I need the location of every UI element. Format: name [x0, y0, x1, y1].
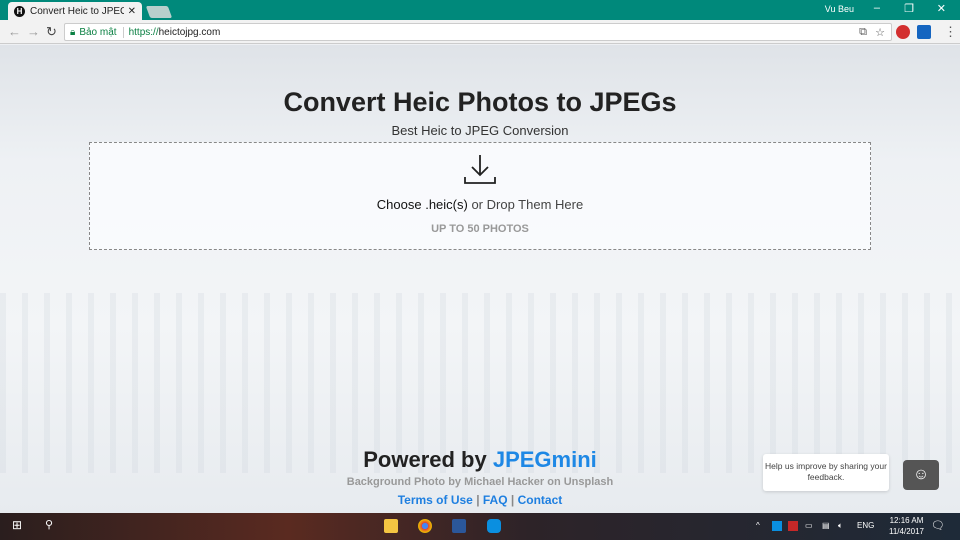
jpegmini-link[interactable]: JPEGmini — [493, 447, 597, 472]
page-title: Convert Heic Photos to JPEGs — [283, 87, 677, 117]
volume-icon[interactable]: 🔈︎ — [838, 521, 843, 531]
translate-icon[interactable]: ⧉ — [859, 26, 867, 39]
minimize-icon[interactable]: – — [874, 2, 880, 14]
contact-link[interactable]: Contact — [518, 493, 563, 507]
lock-icon: 🔒︎ — [70, 26, 76, 38]
download-icon — [464, 155, 496, 184]
language-indicator[interactable]: ENG — [857, 521, 874, 530]
faq-link[interactable]: FAQ — [483, 493, 508, 507]
menu-icon[interactable]: ⋮ — [944, 24, 957, 40]
url-protocol: https:// — [128, 26, 159, 38]
windows-start-icon[interactable]: ⊞ — [12, 518, 22, 532]
separator: | — [472, 493, 483, 507]
zalo-tray-icon[interactable] — [772, 521, 782, 531]
browser-tab[interactable]: H Convert Heic to JPEG for ✕ — [8, 2, 142, 20]
page-subtitle: Best Heic to JPEG Conversion — [391, 123, 569, 138]
zalo-icon[interactable] — [487, 519, 501, 533]
reload-icon[interactable]: ↻ — [46, 24, 57, 40]
choose-files-text[interactable]: Choose .heic(s) or Drop Them Here — [90, 197, 870, 212]
favicon-icon: H — [14, 5, 25, 17]
news-extension-icon[interactable] — [917, 25, 931, 39]
search-icon[interactable]: ⚲ — [45, 518, 53, 531]
address-bar[interactable]: 🔒︎ Bảo mật https:// heictojpg.com ☆ ⧉ — [64, 23, 892, 41]
tab-title: Convert Heic to JPEG for — [30, 5, 124, 17]
page-content: Convert Heic Photos to JPEGs Best Heic t… — [0, 45, 960, 513]
back-icon[interactable]: ← — [8, 24, 21, 39]
title-bar: H Convert Heic to JPEG for ✕ Vu Beu – ❐ … — [0, 0, 960, 20]
network-icon[interactable]: ▭ — [805, 521, 813, 530]
tray-chevron-icon[interactable]: ^ — [756, 521, 760, 530]
chrome-icon[interactable] — [418, 519, 432, 533]
footer-links: Terms of Use | FAQ | Contact — [0, 493, 960, 507]
upload-limit: UP TO 50 PHOTOS — [431, 223, 529, 235]
new-tab-button[interactable] — [145, 6, 173, 18]
clock[interactable]: 12:16 AM 11/4/2017 — [889, 515, 924, 537]
profile-name[interactable]: Vu Beu — [825, 4, 854, 14]
choose-files-link[interactable]: Choose .heic(s) — [377, 197, 468, 212]
close-window-icon[interactable]: ✕ — [937, 2, 946, 15]
secure-label: Bảo mật — [79, 26, 124, 38]
feedback-bubble[interactable]: Help us improve by sharing your feedback… — [763, 454, 889, 491]
time: 12:16 AM — [889, 516, 924, 525]
file-explorer-icon[interactable] — [384, 519, 398, 533]
url-host: heictojpg.com — [158, 26, 221, 38]
feedback-smiley-icon[interactable]: ☺ — [903, 460, 939, 490]
close-tab-icon[interactable]: ✕ — [128, 6, 136, 17]
drop-hint: or Drop Them Here — [467, 197, 584, 212]
background-photo — [0, 293, 960, 473]
powered-prefix: Powered by — [363, 447, 493, 472]
browser-toolbar: ← → ↻ 🔒︎ Bảo mật https:// heictojpg.com … — [0, 20, 960, 44]
notifications-icon[interactable]: 🗨︎ — [931, 519, 945, 532]
adblock-extension-icon[interactable] — [896, 25, 910, 39]
restore-icon[interactable]: ❐ — [904, 2, 914, 15]
bookmark-star-icon[interactable]: ☆ — [875, 26, 885, 39]
separator: | — [507, 493, 518, 507]
terms-link[interactable]: Terms of Use — [398, 493, 473, 507]
windows-taskbar: ⊞ ⚲ ^ ▭ ▤ 🔈︎ ENG 12:16 AM 11/4/2017 🗨︎ — [0, 513, 960, 540]
date: 11/4/2017 — [889, 527, 924, 536]
battery-icon[interactable]: ▤ — [822, 521, 830, 530]
word-icon[interactable] — [452, 519, 466, 533]
forward-icon[interactable]: → — [27, 24, 40, 39]
file-drop-zone[interactable]: Choose .heic(s) or Drop Them Here UP TO … — [89, 142, 871, 250]
vpn-tray-icon[interactable] — [788, 521, 798, 531]
